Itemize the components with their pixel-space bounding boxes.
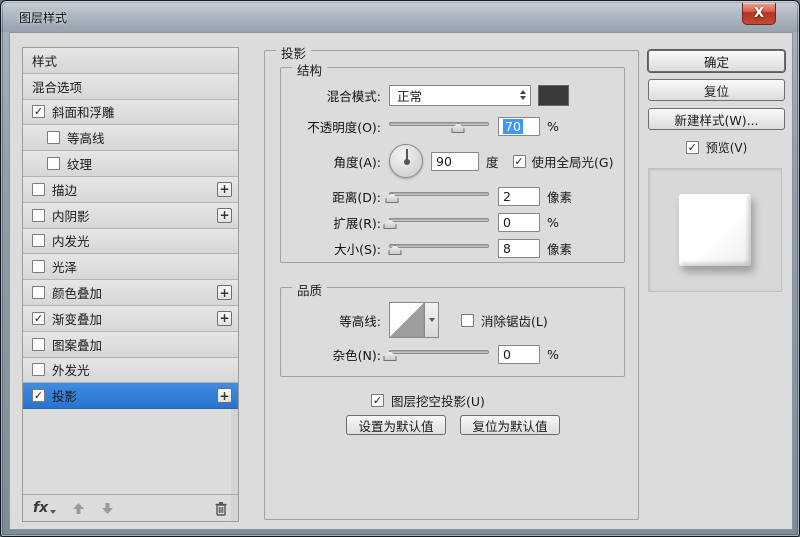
titlebar[interactable]: 图层样式 X xyxy=(1,1,799,32)
trash-icon xyxy=(215,501,227,516)
color-overlay-checkbox[interactable] xyxy=(32,286,45,300)
action-column: 确定 复位 新建样式(W)... ✓ 预览(V) xyxy=(648,50,785,292)
inner-glow-checkbox[interactable] xyxy=(32,234,45,248)
move-effect-up-button[interactable] xyxy=(72,502,85,515)
sidebar-item-styles[interactable]: 样式 xyxy=(23,48,238,74)
sidebar-item-color-overlay[interactable]: 颜色叠加 + xyxy=(23,280,238,306)
set-default-button[interactable]: 设置为默认值 xyxy=(346,415,446,435)
contour-checkbox[interactable] xyxy=(47,131,60,145)
pattern-overlay-checkbox[interactable] xyxy=(32,337,45,351)
gradient-overlay-checkbox[interactable]: ✓ xyxy=(32,311,45,325)
chevron-down-icon xyxy=(428,317,435,322)
sidebar-item-texture[interactable]: 纹理 xyxy=(23,151,238,177)
noise-input[interactable]: 0 xyxy=(498,344,540,364)
drop-shadow-checkbox[interactable]: ✓ xyxy=(32,389,45,403)
stepper-icon xyxy=(520,90,527,100)
contour-row: 等高线: 消除锯齿(L) xyxy=(281,301,624,339)
sidebar-empty-area xyxy=(23,409,238,494)
size-row: 大小(S): 8 像素 xyxy=(334,238,573,258)
fx-caret-icon xyxy=(50,510,57,514)
add-gradient-overlay-button[interactable]: + xyxy=(217,310,232,326)
drop-shadow-panel: 投影 结构 混合模式: 正常 不透明度(O): 70 % 角度(A): 90 度… xyxy=(264,43,639,520)
spread-slider[interactable] xyxy=(383,214,489,230)
contour-dropdown-arrow[interactable] xyxy=(425,302,439,338)
ok-button[interactable]: 确定 xyxy=(648,50,785,72)
quality-group: 品质 等高线: 消除锯齿(L) 杂色(N): 0 % xyxy=(280,280,625,377)
satin-checkbox[interactable] xyxy=(32,260,45,274)
opacity-slider[interactable] xyxy=(389,118,489,134)
linear-contour-icon xyxy=(390,303,424,337)
spread-row: 扩展(R): 0 % xyxy=(333,212,559,232)
sidebar-item-gradient-overlay[interactable]: ✓ 渐变叠加 + xyxy=(23,305,238,332)
bevel-emboss-checkbox[interactable]: ✓ xyxy=(32,105,45,119)
noise-row: 杂色(N): 0 % xyxy=(332,344,559,364)
close-button[interactable]: X xyxy=(742,3,776,25)
add-inner-shadow-button[interactable]: + xyxy=(217,207,232,223)
size-input[interactable]: 8 xyxy=(498,238,540,258)
preview-checkbox[interactable]: ✓ xyxy=(685,140,699,154)
noise-slider[interactable] xyxy=(383,346,489,362)
sidebar-item-inner-glow[interactable]: 内发光 xyxy=(23,228,238,255)
add-drop-shadow-button[interactable]: + xyxy=(217,388,232,404)
structure-group: 结构 混合模式: 正常 不透明度(O): 70 % 角度(A): 90 度 ✓ … xyxy=(280,60,625,263)
style-preview-thumbnail xyxy=(648,168,782,292)
sidebar-item-drop-shadow[interactable]: ✓ 投影 + xyxy=(23,383,238,410)
opacity-input[interactable]: 70 xyxy=(498,116,540,136)
dialog-body: 样式 混合选项 ✓ 斜面和浮雕 等高线 纹理 描边 + 内阴影 + 内发光 光泽… xyxy=(9,32,793,530)
texture-checkbox[interactable] xyxy=(47,157,60,171)
delete-effect-button[interactable] xyxy=(214,501,228,516)
layer-knocks-out-checkbox[interactable]: ✓ xyxy=(371,393,384,407)
new-style-button[interactable]: 新建样式(W)... xyxy=(648,108,785,130)
reset-default-button[interactable]: 复位为默认值 xyxy=(460,415,560,435)
use-global-light-checkbox[interactable]: ✓ xyxy=(512,154,526,168)
arrow-up-icon xyxy=(73,502,85,514)
angle-input[interactable]: 90 xyxy=(431,151,479,171)
angle-row: 角度(A): 90 度 ✓ 使用全局光(G) xyxy=(281,141,624,181)
size-slider[interactable] xyxy=(388,240,489,256)
layer-style-dialog: 图层样式 X 样式 混合选项 ✓ 斜面和浮雕 等高线 纹理 描边 + 内阴影 +… xyxy=(0,0,800,537)
close-icon: X xyxy=(753,6,765,21)
sidebar-item-satin[interactable]: 光泽 xyxy=(23,254,238,281)
distance-slider[interactable] xyxy=(385,188,489,204)
distance-row: 距离(D): 2 像素 xyxy=(332,186,573,206)
opacity-row: 不透明度(O): 70 % xyxy=(307,116,559,136)
knockout-row: ✓ 图层挖空投影(U) xyxy=(371,393,485,409)
outer-glow-checkbox[interactable] xyxy=(32,363,45,377)
shadow-color-swatch[interactable] xyxy=(538,84,569,106)
distance-input[interactable]: 2 xyxy=(498,186,540,206)
contour-picker[interactable] xyxy=(389,302,425,338)
arrow-down-icon xyxy=(102,502,114,514)
reset-button[interactable]: 复位 xyxy=(648,79,785,101)
blend-mode-select[interactable]: 正常 xyxy=(389,84,531,106)
sidebar-footer-toolbar: fx xyxy=(23,494,238,521)
sidebar-item-outer-glow[interactable]: 外发光 xyxy=(23,357,238,384)
sidebar-item-inner-shadow[interactable]: 内阴影 + xyxy=(23,202,238,229)
preview-chip xyxy=(679,194,751,266)
preview-toggle-row: ✓ 预览(V) xyxy=(685,140,748,155)
fx-menu-button[interactable]: fx xyxy=(33,501,57,515)
sidebar-item-bevel-emboss[interactable]: ✓ 斜面和浮雕 xyxy=(23,99,238,126)
inner-shadow-checkbox[interactable] xyxy=(32,208,45,222)
blend-mode-row: 混合模式: 正常 xyxy=(281,82,624,108)
sidebar-item-pattern-overlay[interactable]: 图案叠加 xyxy=(23,331,238,358)
sidebar-item-blending-options[interactable]: 混合选项 xyxy=(23,73,238,100)
styles-list-panel: 样式 混合选项 ✓ 斜面和浮雕 等高线 纹理 描边 + 内阴影 + 内发光 光泽… xyxy=(22,47,239,522)
angle-dial[interactable] xyxy=(389,144,423,178)
move-effect-down-button[interactable] xyxy=(101,502,114,515)
spread-input[interactable]: 0 xyxy=(498,212,540,232)
antialias-checkbox[interactable] xyxy=(461,313,474,327)
sidebar-item-stroke[interactable]: 描边 + xyxy=(23,176,238,203)
sidebar-item-contour[interactable]: 等高线 xyxy=(23,125,238,152)
window-title: 图层样式 xyxy=(19,11,68,25)
add-color-overlay-button[interactable]: + xyxy=(217,285,232,301)
add-stroke-button[interactable]: + xyxy=(217,181,232,197)
stroke-checkbox[interactable] xyxy=(32,182,45,196)
defaults-button-row: 设置为默认值 复位为默认值 xyxy=(346,415,560,435)
